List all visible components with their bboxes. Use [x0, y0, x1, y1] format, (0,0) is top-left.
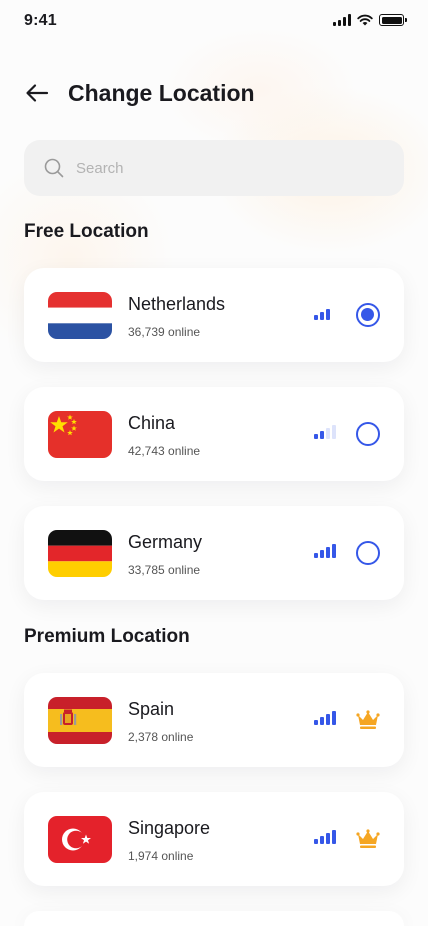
online-count: 36,739 online — [128, 325, 201, 339]
status-bar: 9:41 — [0, 0, 428, 44]
search-icon — [44, 158, 64, 178]
search-bar[interactable] — [24, 140, 404, 196]
germany-flag-icon — [48, 530, 112, 577]
location-radio-selected[interactable] — [356, 303, 380, 327]
country-name: Spain — [128, 699, 175, 719]
country-name: China — [128, 413, 176, 433]
location-radio[interactable] — [356, 541, 380, 565]
country-name: Germany — [128, 532, 203, 552]
cellular-signal-icon — [333, 14, 351, 26]
online-count: 2,378 online — [128, 730, 194, 744]
wifi-icon — [357, 14, 373, 26]
premium-location-heading: Premium Location — [24, 626, 190, 647]
search-input[interactable] — [76, 159, 376, 177]
online-count: 42,743 online — [128, 444, 201, 458]
netherlands-flag-icon — [48, 292, 112, 339]
online-count: 33,785 online — [128, 563, 201, 577]
status-icons — [333, 14, 407, 26]
location-card-partial[interactable] — [24, 911, 404, 926]
status-time: 9:41 — [24, 12, 57, 29]
spain-flag-icon — [48, 697, 112, 744]
location-card-germany[interactable]: Germany 33,785 online — [24, 506, 404, 600]
battery-icon — [379, 14, 407, 26]
back-button[interactable] — [24, 80, 50, 106]
signal-strength-icon — [314, 544, 336, 558]
page-title: Change Location — [68, 79, 255, 106]
location-radio[interactable] — [356, 422, 380, 446]
singapore-flag-icon — [48, 816, 112, 863]
location-card-china[interactable]: China 42,743 online — [24, 387, 404, 481]
header: Change Location — [24, 76, 255, 110]
location-card-netherlands[interactable]: Netherlands 36,739 online — [24, 268, 404, 362]
location-card-spain[interactable]: Spain 2,378 online — [24, 673, 404, 767]
crown-icon[interactable] — [356, 829, 380, 849]
signal-strength-icon — [314, 306, 336, 320]
location-card-singapore[interactable]: Singapore 1,974 online — [24, 792, 404, 886]
country-name: Netherlands — [128, 294, 226, 314]
crown-icon[interactable] — [356, 710, 380, 730]
china-flag-icon — [48, 411, 112, 458]
signal-strength-icon — [314, 425, 336, 439]
country-name: Singapore — [128, 818, 211, 838]
free-location-heading: Free Location — [24, 221, 149, 242]
arrow-left-icon — [26, 84, 49, 102]
online-count: 1,974 online — [128, 849, 194, 863]
signal-strength-icon — [314, 830, 336, 844]
signal-strength-icon — [314, 711, 336, 725]
